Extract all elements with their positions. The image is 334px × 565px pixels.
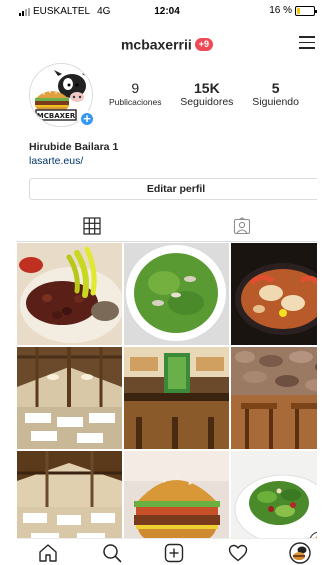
search-icon [103, 544, 122, 563]
nav-profile-button[interactable] [289, 542, 311, 564]
stat-followers[interactable]: 15K Seguidores [180, 80, 233, 109]
post-olives-image [17, 243, 122, 345]
stat-followers-label: Seguidores [180, 96, 234, 108]
menu-button[interactable] [299, 36, 315, 50]
status-bar: EUSKALTEL 4G 12:04 16 % [17, 0, 317, 22]
post-thumbnail[interactable] [124, 347, 229, 449]
post-thumbnail[interactable] [124, 451, 229, 543]
profile-header: mcbaxerrii +9 [17, 28, 317, 58]
post-burger-image [124, 451, 229, 543]
post-salad-image [231, 451, 317, 543]
status-right: 16 % [269, 5, 317, 16]
username: mcbaxerrii [120, 36, 192, 53]
nav-new-post-button[interactable] [163, 543, 185, 563]
post-thumbnail[interactable] [17, 451, 122, 543]
battery-percent: 16 % [269, 5, 292, 16]
post-seafood-image [231, 243, 317, 345]
notification-badge: +9 [194, 37, 214, 51]
profile-avatar-icon [289, 542, 311, 564]
post-thumbnail[interactable] [17, 347, 122, 449]
stat-posts[interactable]: 9 Publicaciones [109, 80, 161, 109]
profile-name: Hirubide Bailara 1 [29, 141, 119, 153]
heart-icon [228, 544, 248, 562]
post-dining-hall-image [17, 347, 122, 449]
profile-website-link[interactable]: lasarte.eus/ [29, 155, 83, 167]
post-thumbnail[interactable] [17, 243, 122, 345]
avatar-logo-text: MCBAXER [37, 112, 76, 120]
stat-followers-value: 15K [194, 80, 220, 96]
stat-posts-label: Publicaciones [109, 97, 162, 107]
new-post-icon [164, 543, 184, 563]
stat-following-value: 5 [271, 80, 280, 96]
stat-following-label: Siguiendo [252, 96, 299, 108]
username-switcher[interactable]: mcbaxerrii +9 [17, 35, 317, 52]
post-stone-room-image [231, 347, 317, 449]
post-thumbnail[interactable] [231, 347, 317, 449]
tab-tagged[interactable] [167, 210, 317, 242]
battery-icon [295, 5, 317, 16]
nav-activity-button[interactable] [227, 543, 249, 563]
nav-home-button[interactable] [37, 543, 59, 563]
post-peas-image [124, 243, 229, 345]
post-thumbnail[interactable] [231, 451, 317, 543]
post-bar-image [124, 347, 229, 449]
edit-profile-button[interactable]: Editar perfil [29, 178, 317, 200]
profile-tabs [17, 210, 317, 242]
add-story-icon[interactable]: + [79, 111, 95, 127]
post-dining-tables-image [17, 451, 122, 543]
posts-grid [17, 243, 317, 543]
post-thumbnail[interactable] [231, 243, 317, 345]
home-icon [39, 544, 57, 562]
stat-posts-value: 9 [131, 80, 140, 96]
tagged-icon [233, 217, 251, 235]
hamburger-icon [299, 36, 315, 38]
post-thumbnail[interactable] [124, 243, 229, 345]
instagram-profile-screen: EUSKALTEL 4G 12:04 16 % mcbaxerrii +9 MC… [17, 0, 317, 565]
nav-search-button[interactable] [101, 543, 123, 563]
tab-grid[interactable] [17, 210, 167, 242]
grid-icon [83, 217, 101, 235]
bottom-navigation [17, 538, 317, 565]
profile-stats: 9 Publicaciones 15K Seguidores 5 Siguien… [109, 80, 299, 109]
stat-following[interactable]: 5 Siguiendo [252, 80, 299, 109]
